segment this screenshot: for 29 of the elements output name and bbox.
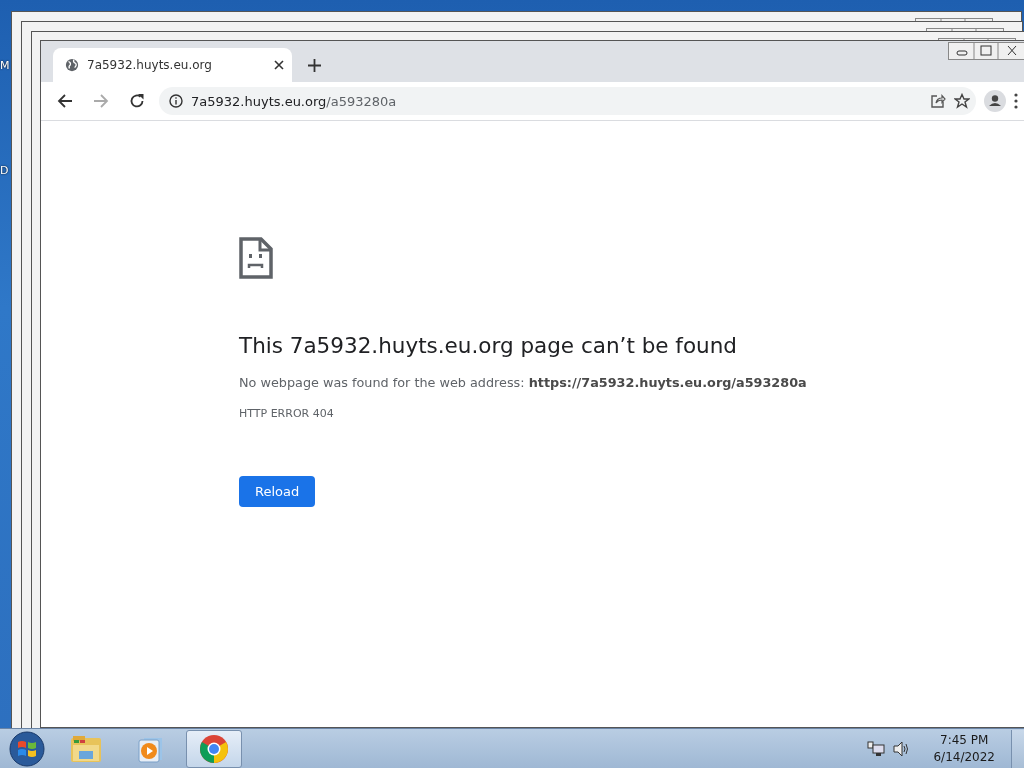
forward-arrow-icon: [93, 93, 109, 109]
error-message: No webpage was found for the web address: https://7a5932.huyts.eu.org/a593280a: [239, 375, 808, 390]
tab-title: 7a5932.huyts.eu.org: [87, 58, 213, 72]
error-heading: This 7a5932.huyts.eu.org page can’t be found: [239, 333, 738, 358]
profile-icon[interactable]: [984, 90, 1006, 112]
address-bar[interactable]: 7a5932.huyts.eu.org/a593280a: [159, 87, 976, 115]
folder-icon: [70, 734, 102, 763]
plus-icon[interactable]: [307, 58, 321, 72]
globe-icon: [65, 58, 79, 72]
info-icon: [169, 94, 183, 108]
network-icon[interactable]: [867, 740, 886, 757]
taskbar-app-button[interactable]: [186, 729, 242, 768]
error-code: HTTP ERROR 404: [239, 407, 335, 420]
sad-page-icon: [239, 237, 273, 279]
browser-tab[interactable]: 7a5932.huyts.eu.org: [53, 48, 292, 82]
desktop-icon-label[interactable]: D: [0, 164, 9, 177]
share-icon[interactable]: [930, 93, 946, 109]
chrome-icon: [199, 733, 229, 764]
windows-logo-icon: [9, 730, 45, 767]
back-arrow-icon: [57, 93, 73, 109]
more-icon[interactable]: [1014, 93, 1018, 109]
desktop-icon-label[interactable]: M: [0, 59, 10, 72]
clock-time: 7:45 PM: [940, 731, 989, 749]
reload-button[interactable]: Reload: [239, 476, 316, 507]
reload-icon: [129, 93, 145, 109]
clock-date: 6/14/2022: [933, 748, 995, 766]
close-icon[interactable]: [274, 60, 284, 70]
star-icon[interactable]: [954, 93, 970, 109]
url-text: 7a5932.huyts.eu.org/a593280a: [191, 93, 398, 109]
